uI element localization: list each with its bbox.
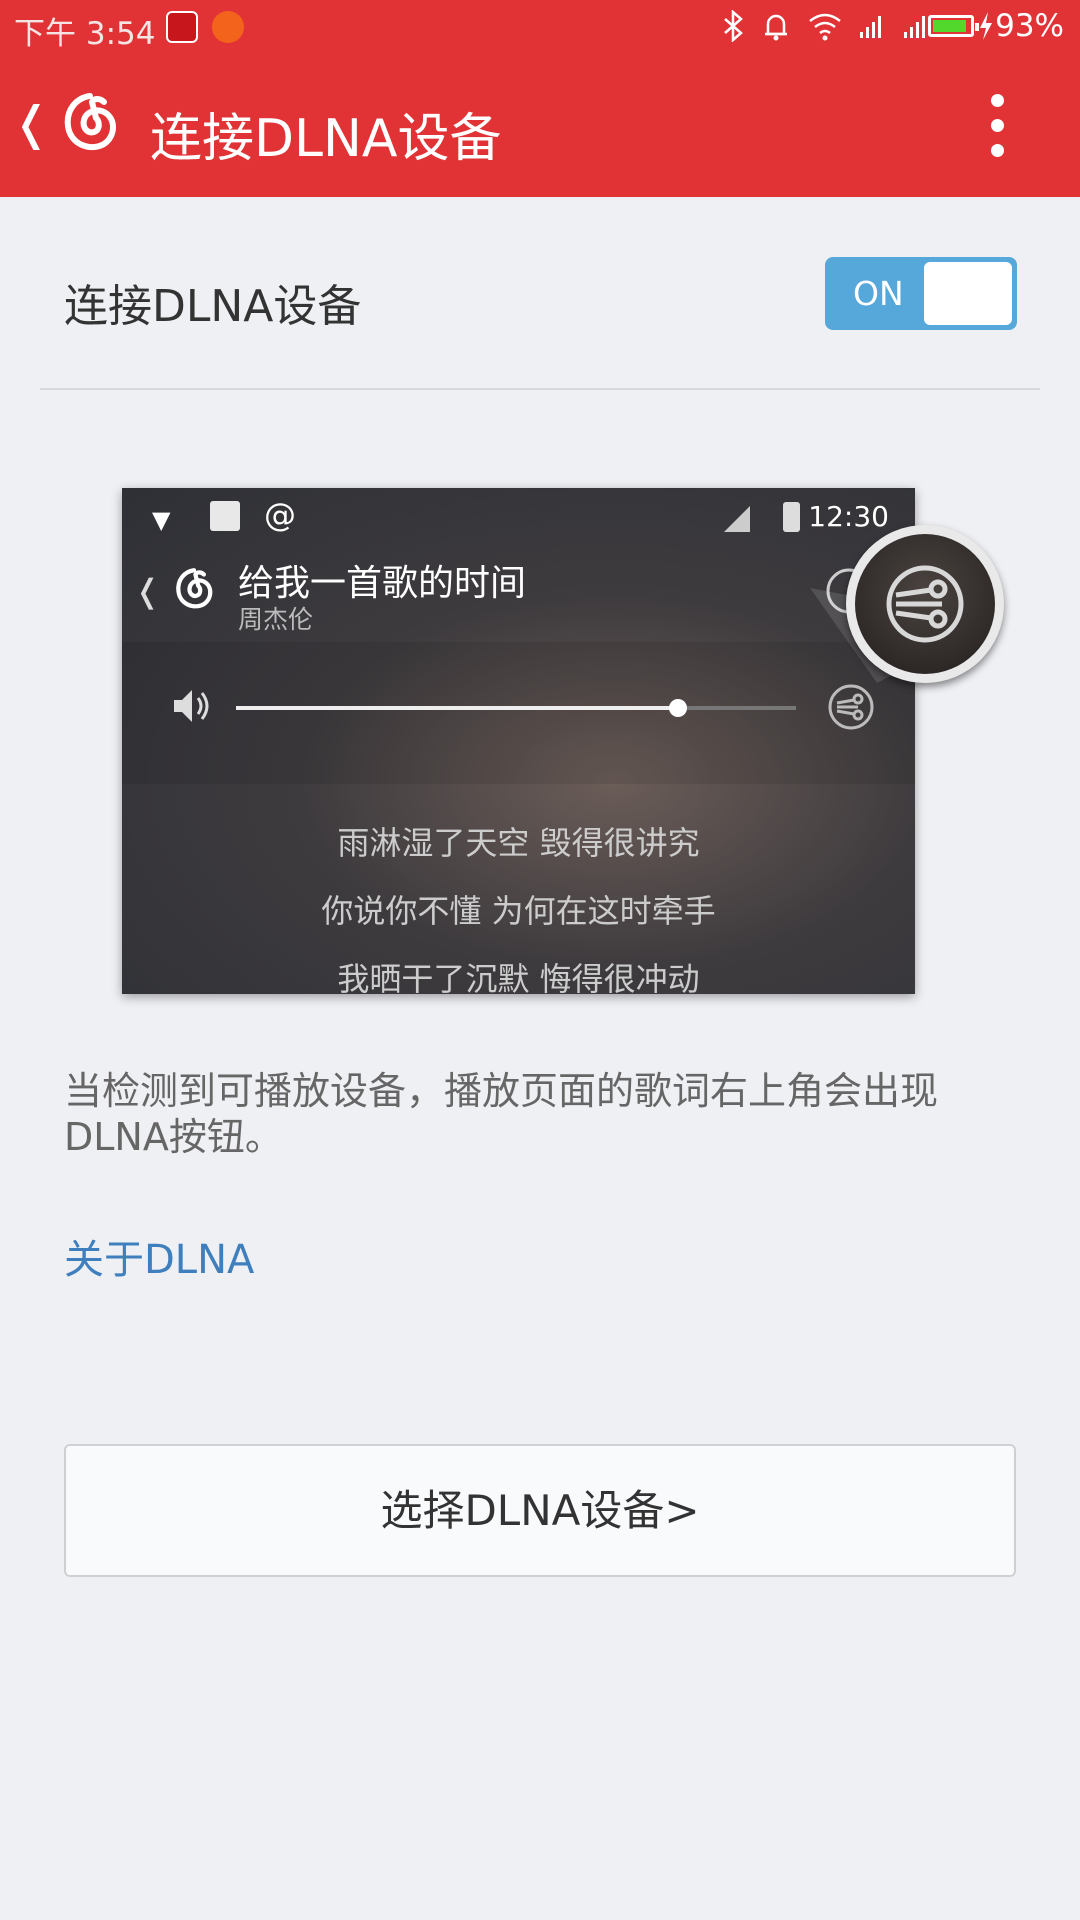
preview-lyric-line: 你说你不懂 为何在这时牵手 (321, 892, 716, 930)
bluetooth-icon (724, 10, 743, 42)
battery-percent: 93% (995, 8, 1064, 44)
netease-music-logo-icon[interactable] (56, 90, 124, 158)
dlna-setting-label: 连接DLNA设备 (64, 281, 362, 332)
dlna-toggle[interactable]: ON (825, 257, 1017, 330)
netease-music-notification-icon (166, 11, 198, 43)
back-icon[interactable]: ❬ (12, 96, 51, 150)
toggle-knob (924, 262, 1012, 325)
dlna-button-highlight-icon (846, 525, 1004, 683)
signal-icon (860, 16, 881, 38)
divider (40, 388, 1040, 390)
wifi-icon (809, 13, 841, 41)
crop-app-notification-icon (212, 11, 244, 43)
charging-icon (980, 12, 992, 40)
toggle-state-label: ON (853, 274, 904, 313)
dlna-description: 当检测到可播放设备，播放页面的歌词右上角会出现DLNA按钮。 (64, 1069, 939, 1159)
preview-lyric-line: 我晒干了沉默 悔得很冲动 (337, 960, 700, 994)
dlna-icon (886, 565, 964, 643)
status-icons (722, 8, 930, 44)
alarm-icon (765, 14, 787, 41)
signal-icon (904, 16, 925, 38)
select-dlna-device-button[interactable]: 选择DLNA设备> (64, 1444, 1016, 1577)
toolbar: ❬ 连接DLNA设备 (0, 52, 1080, 197)
status-bar: 下午 3:54 93% (0, 0, 1080, 52)
player-preview-illustration: ▼ @ 12:30 ❬ 给我一首歌的时间 周杰伦 雨淋湿了天空 毁得很讲究 你说… (122, 488, 915, 994)
preview-lyric-line: 雨淋湿了天空 毁得很讲究 (337, 824, 700, 862)
more-options-icon[interactable] (984, 94, 1010, 160)
battery-icon (928, 15, 979, 37)
about-dlna-link[interactable]: 关于DLNA (64, 1227, 254, 1285)
status-time: 下午 3:54 (14, 16, 156, 52)
page-title: 连接DLNA设备 (150, 109, 502, 169)
battery-level-fill (933, 20, 967, 32)
